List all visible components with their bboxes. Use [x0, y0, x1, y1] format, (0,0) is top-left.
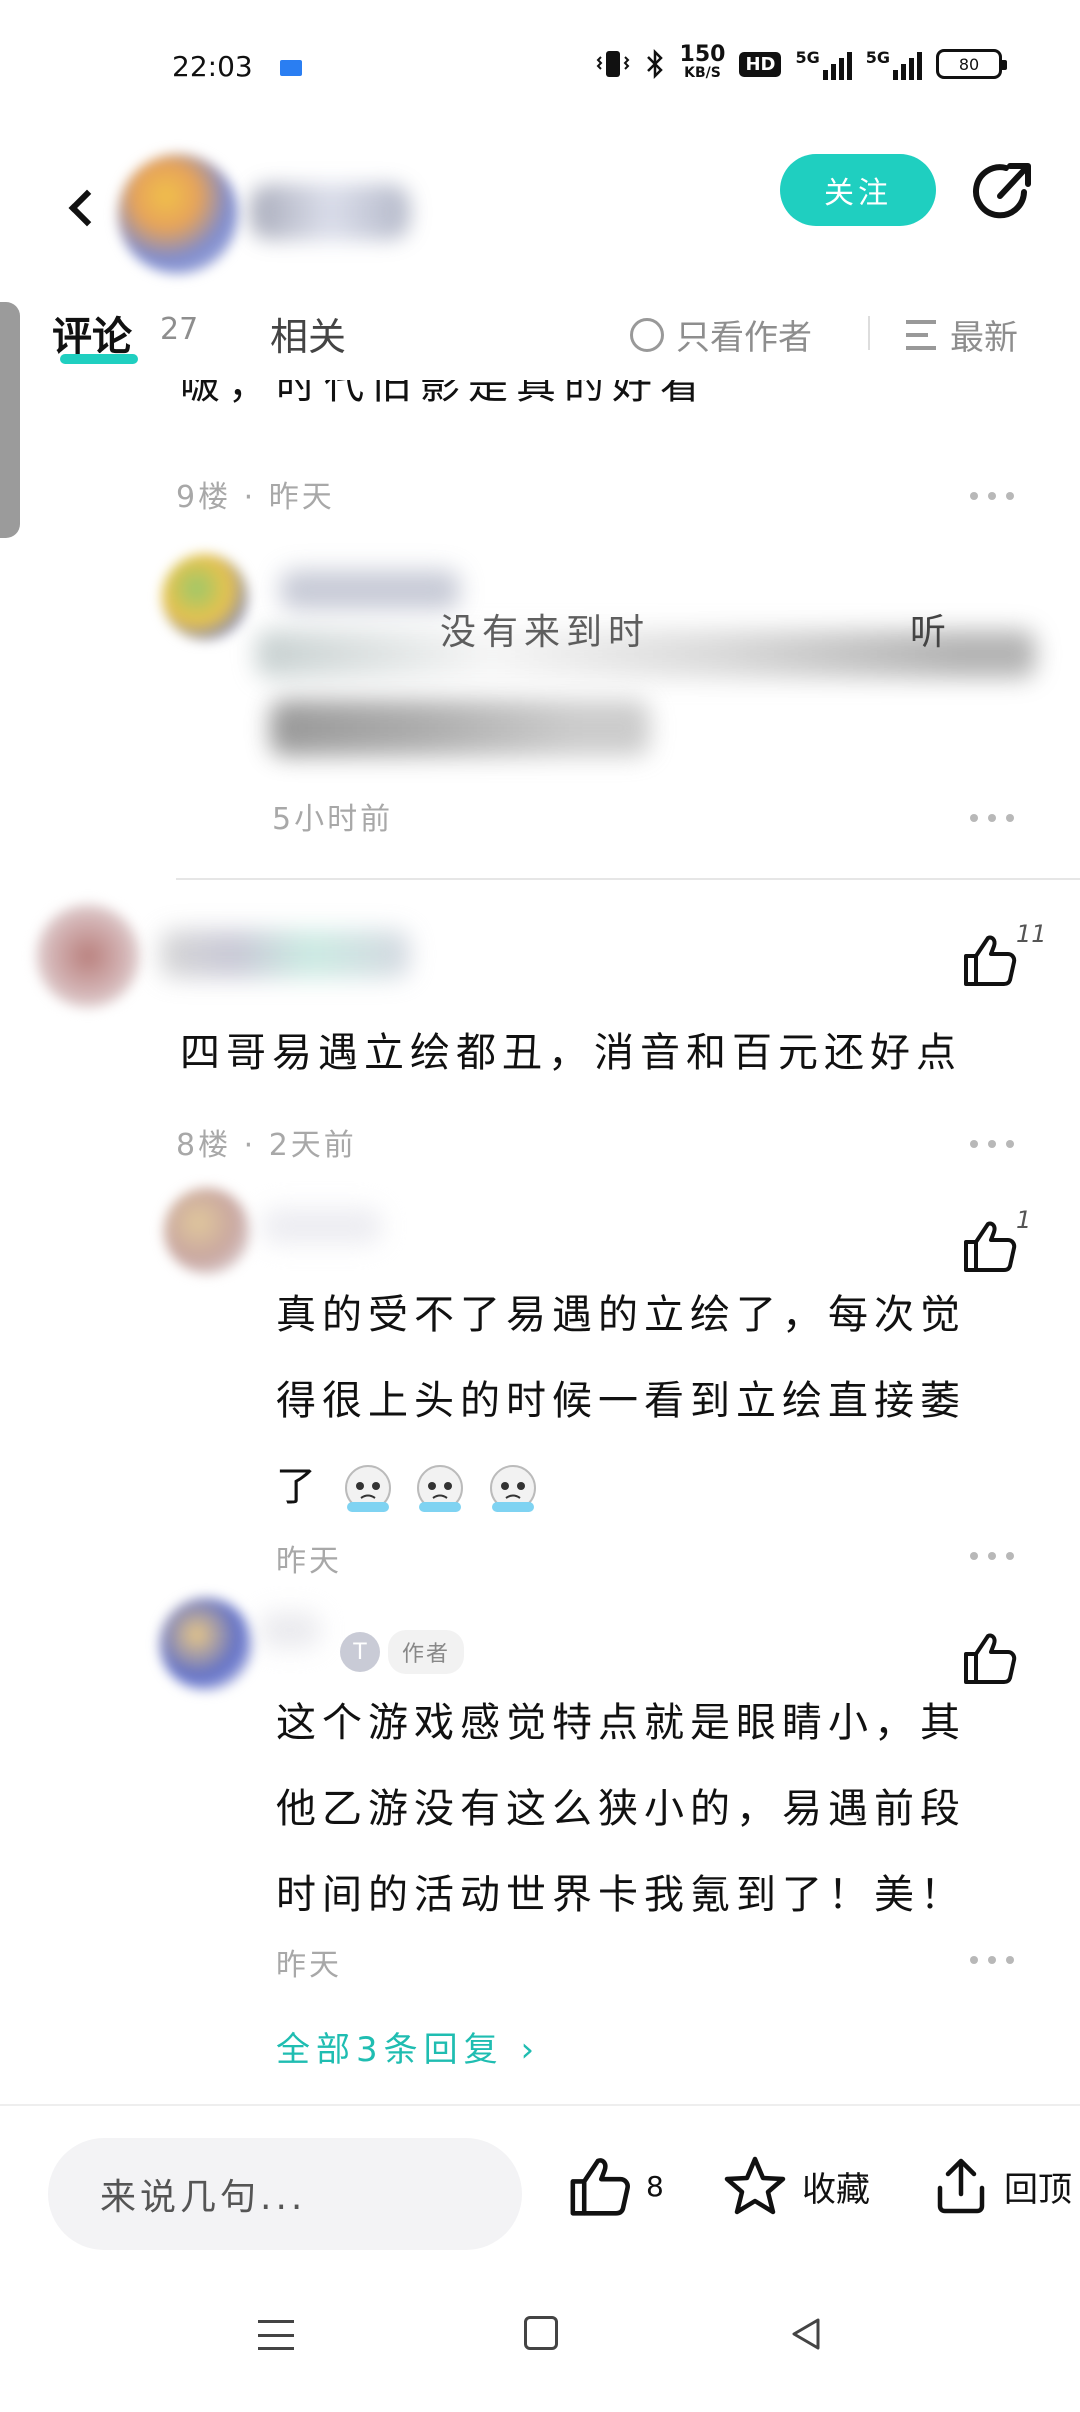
back-button[interactable]: [52, 168, 112, 248]
tab-separator: [868, 316, 870, 350]
recent-apps-icon[interactable]: [258, 2320, 294, 2350]
star-icon: [724, 2156, 786, 2215]
thumb-up-icon: [570, 2158, 630, 2216]
like-icon[interactable]: [960, 1630, 1018, 1686]
back-to-top-label: 回顶: [1004, 2169, 1072, 2210]
reply-avatar[interactable]: [164, 1188, 250, 1274]
status-icons: 150 KB/S HD 5G 5G 80: [596, 42, 1007, 82]
reply-name-blurred[interactable]: [280, 570, 460, 610]
post-header: 关注: [0, 140, 1080, 280]
signal-icon-1: 5G: [795, 48, 852, 80]
reply-text-tail: 听: [910, 612, 953, 653]
comment-divider: [176, 878, 1080, 880]
reply-name-blurred[interactable]: [260, 1612, 320, 1648]
reply-avatar[interactable]: [162, 554, 248, 640]
sort-label: 最新: [950, 318, 1018, 358]
author-only-label: 只看作者: [676, 318, 812, 358]
post-like-count: 8: [646, 2169, 664, 2203]
reply-meta: 昨天: [276, 1948, 342, 1983]
reply-name-blurred[interactable]: [262, 1208, 382, 1244]
reply-text-last-line: 了: [276, 1444, 540, 1530]
author-badge-icon: T: [340, 1632, 380, 1672]
reply-text-blurred-2: [270, 700, 650, 756]
share-icon[interactable]: [970, 154, 1036, 226]
author-tag: T 作者: [340, 1630, 465, 1674]
radio-icon: [630, 317, 664, 352]
author-avatar[interactable]: [118, 154, 238, 274]
status-bar: 22:03 150 KB/S HD 5G 5G 80: [0, 0, 1080, 140]
reply-meta: 5小时前: [272, 802, 394, 837]
tab-active-indicator: [60, 354, 138, 364]
commenter-avatar[interactable]: [36, 904, 140, 1008]
hd-icon: HD: [739, 51, 782, 77]
collect-label: 收藏: [802, 2169, 870, 2210]
like-count: 11: [1016, 920, 1047, 948]
tabs-row: 评论 27 相关 只看作者 最新: [0, 290, 1080, 380]
author-name-blurred[interactable]: [250, 184, 410, 240]
reply-text-visible: 没有来到时: [440, 612, 651, 653]
all-replies-link[interactable]: 全部3条回复 ›: [276, 2022, 540, 2071]
more-options-icon[interactable]: [970, 492, 1014, 502]
tab-related[interactable]: 相关: [270, 306, 346, 361]
comment-input[interactable]: 来说几句...: [48, 2138, 522, 2250]
system-nav-bar: [0, 2284, 1080, 2412]
reply-text-line: 真的受不了易遇的立绘了，每次觉: [276, 1292, 966, 1338]
status-time: 22:03: [172, 50, 253, 83]
reply-text-line: 他乙游没有这么狭小的，易遇前段: [276, 1786, 966, 1832]
vibrate-icon: [596, 51, 629, 77]
comment-text: 四哥易遇立绘都丑，消音和百元还好点: [180, 1030, 962, 1076]
bottom-action-bar: 来说几句... 8 收藏 回顶: [0, 2104, 1080, 2284]
battery-icon: 80: [936, 49, 1007, 79]
crying-emoji-icon: [490, 1465, 537, 1512]
commenter-name-blurred[interactable]: [160, 930, 410, 978]
more-options-icon[interactable]: [970, 1140, 1014, 1150]
comment-meta: 9楼 · 昨天: [176, 480, 335, 515]
comment-meta: 8楼 · 2天前: [176, 1128, 357, 1163]
upload-arrow-icon: [937, 2158, 985, 2214]
net-speed: 150 KB/S: [679, 42, 726, 82]
crying-emoji-icon: [417, 1465, 464, 1512]
reply-meta: 昨天: [276, 1544, 342, 1579]
comment-feed: 啵，时代旧影是真的好看 9楼 · 昨天 没有来到时 听 5小时前 11 四哥易遇…: [0, 380, 1080, 2105]
reply-avatar[interactable]: [160, 1598, 252, 1690]
back-arrow-icon: [68, 189, 106, 227]
app-notification-icon: [280, 60, 302, 76]
crying-emoji-icon: [344, 1465, 391, 1512]
more-options-icon[interactable]: [970, 814, 1014, 824]
reply-text-line: 时间的活动世界卡我氪到了！美！: [276, 1872, 966, 1918]
reply-text-line: 这个游戏感觉特点就是眼睛小，其: [276, 1700, 966, 1746]
home-icon[interactable]: [524, 2316, 558, 2350]
bluetooth-icon: [646, 48, 663, 80]
author-only-toggle[interactable]: 只看作者: [630, 310, 812, 359]
sort-icon: [906, 319, 940, 350]
signal-icon-2: 5G: [866, 48, 922, 80]
more-options-icon[interactable]: [970, 1552, 1014, 1562]
more-options-icon[interactable]: [970, 1956, 1014, 1966]
comment-text-partial: 啵，时代旧影是真的好看: [180, 380, 708, 408]
comments-count: 27: [160, 312, 199, 347]
reply-text-line: 得很上头的时候一看到立绘直接萎: [276, 1378, 966, 1424]
like-count: 1: [1016, 1206, 1032, 1234]
like-icon[interactable]: [960, 932, 1018, 988]
back-to-top-button[interactable]: 回顶: [932, 2154, 1072, 2218]
collect-button[interactable]: 收藏: [722, 2154, 870, 2218]
reply-text-line: 了: [276, 1464, 322, 1510]
author-label: 作者: [388, 1630, 465, 1674]
like-icon[interactable]: [960, 1218, 1018, 1274]
like-post-button[interactable]: 8: [566, 2154, 664, 2218]
follow-button[interactable]: 关注: [780, 154, 936, 226]
sort-button[interactable]: 最新: [906, 310, 1018, 359]
back-triangle-icon[interactable]: [786, 2314, 826, 2354]
